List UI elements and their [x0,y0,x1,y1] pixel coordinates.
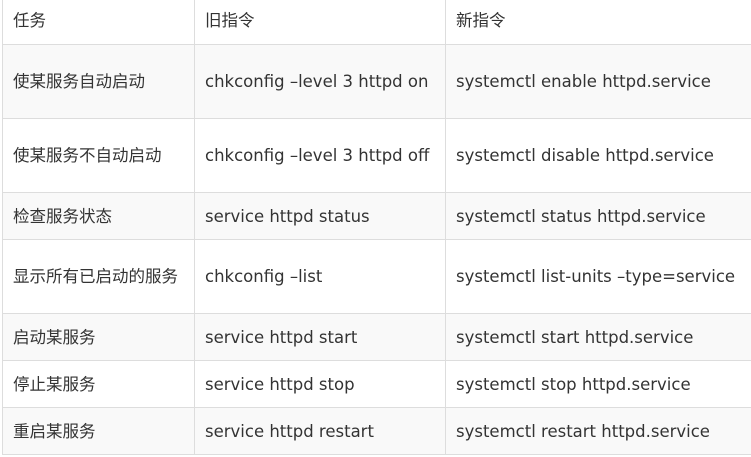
old-command-cell: chkconfig –level 3 httpd off [194,118,446,193]
table-header: 任务 旧指令 新指令 [2,0,751,45]
table-row: 使某服务不自动启动 chkconfig –level 3 httpd off s… [2,118,751,193]
old-command-cell: service httpd start [194,313,446,361]
table-row: 显示所有已启动的服务 chkconfig –list systemctl lis… [2,239,751,314]
table-row: 重启某服务 service httpd restart systemctl re… [2,407,751,455]
old-command-cell: service httpd stop [194,360,446,408]
task-cell: 使某服务自动启动 [2,44,195,119]
header-new-command: 新指令 [445,0,751,45]
new-command-cell: systemctl start httpd.service [445,313,751,361]
table-body: 使某服务自动启动 chkconfig –level 3 httpd on sys… [2,44,751,455]
task-cell: 使某服务不自动启动 [2,118,195,193]
new-command-cell: systemctl status httpd.service [445,192,751,240]
task-cell: 启动某服务 [2,313,195,361]
old-command-cell: chkconfig –list [194,239,446,314]
task-cell: 停止某服务 [2,360,195,408]
task-cell: 检查服务状态 [2,192,195,240]
new-command-cell: systemctl stop httpd.service [445,360,751,408]
new-command-cell: systemctl list-units –type=service [445,239,751,314]
task-cell: 显示所有已启动的服务 [2,239,195,314]
table-row: 检查服务状态 service httpd status systemctl st… [2,192,751,240]
header-old-command: 旧指令 [194,0,446,45]
old-command-cell: chkconfig –level 3 httpd on [194,44,446,119]
old-command-cell: service httpd restart [194,407,446,455]
command-comparison-table: 任务 旧指令 新指令 使某服务自动启动 chkconfig –level 3 h… [2,0,751,455]
old-command-cell: service httpd status [194,192,446,240]
new-command-cell: systemctl restart httpd.service [445,407,751,455]
new-command-cell: systemctl disable httpd.service [445,118,751,193]
header-row: 任务 旧指令 新指令 [2,0,751,45]
header-task: 任务 [2,0,195,45]
new-command-cell: systemctl enable httpd.service [445,44,751,119]
table-row: 使某服务自动启动 chkconfig –level 3 httpd on sys… [2,44,751,119]
table-row: 停止某服务 service httpd stop systemctl stop … [2,360,751,408]
task-cell: 重启某服务 [2,407,195,455]
table-row: 启动某服务 service httpd start systemctl star… [2,313,751,361]
